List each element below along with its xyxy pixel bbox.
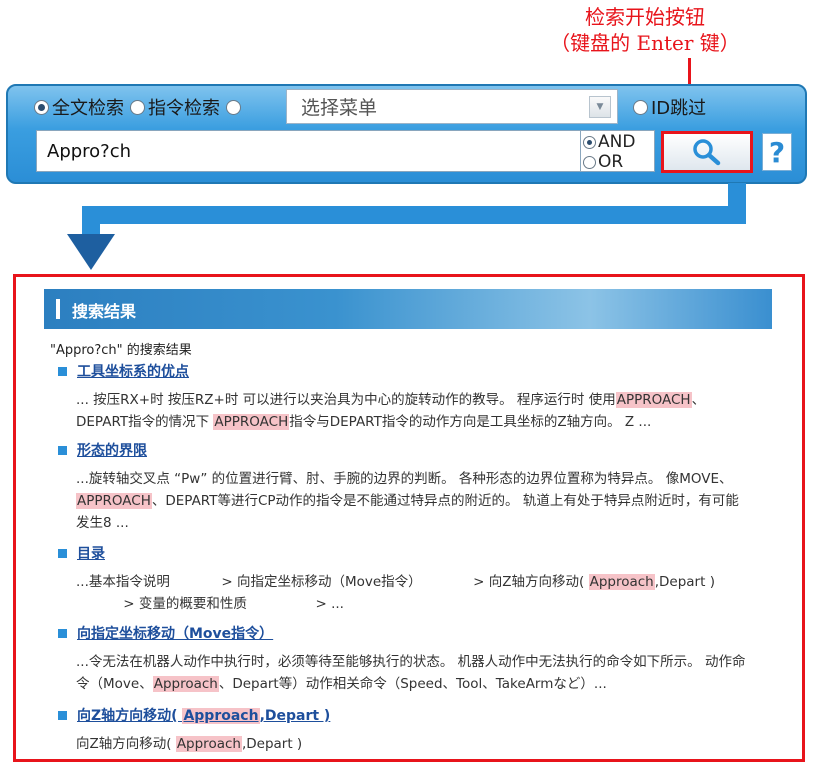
result-item: 工具坐标系的优点 ... 按压RX+时 按压RZ+时 可以进行以夹治具为中心的旋转… [58, 361, 778, 433]
search-panel: 全文检索 指令检索 选择菜单 ▼ ID跳过 AND OR ? [6, 84, 807, 184]
radio-selected-icon [583, 135, 596, 149]
result-snippet: ...旋转轴交叉点 “Pw” 的位置进行臂、肘、手腕的边界的判断。 各种形态的边… [76, 468, 778, 534]
snippet-text: ...基本指令说明 > 向指定坐标移动（Move指令） > 向Z轴方向移动( [76, 574, 589, 590]
logic-and-label: AND [598, 132, 636, 152]
radio-command-search[interactable]: 指令检索 [130, 94, 220, 120]
search-button[interactable] [661, 131, 753, 173]
snippet-text: 、DEPART等进行CP动作的指令是不能通过特异点的附近的。 轨道上有处于特异点… [76, 493, 739, 531]
result-title-link[interactable]: 向Z轴方向移动( Approach,Depart ) [77, 705, 330, 725]
results-header: 搜索结果 [44, 289, 772, 329]
radio-unselected-icon [583, 155, 596, 169]
results-header-title: 搜索结果 [72, 302, 137, 321]
magnifier-icon [693, 139, 721, 166]
result-item: 向Z轴方向移动( Approach,Depart ) 向Z轴方向移动( Appro… [58, 705, 778, 755]
bullet-square-icon [58, 445, 67, 455]
results-summary: "Appro?ch" 的搜索结果 [50, 343, 192, 358]
header-bar-icon [56, 299, 60, 319]
search-results-panel: 搜索结果 "Appro?ch" 的搜索结果 工具坐标系的优点 ... 按压RX+时… [13, 274, 805, 762]
search-mode-options: 全文检索 指令检索 [34, 92, 244, 122]
menu-select-dropdown[interactable]: 选择菜单 ▼ [286, 89, 618, 124]
snippet-text: 指令与DEPART指令的动作方向是工具坐标的Z轴方向。 Z ... [289, 414, 652, 430]
result-item: 向指定坐标移动（Move指令） ...令无法在机器人动作中执行时，必须等待至能够执… [58, 623, 778, 695]
result-snippet: 向Z轴方向移动( Approach,Depart ) [76, 733, 778, 755]
result-title-link[interactable]: 目录 [77, 543, 105, 563]
snippet-text: ...旋转轴交叉点 “Pw” 的位置进行臂、肘、手腕的边界的判断。 各种形态的边… [76, 471, 733, 487]
radio-logic-and[interactable]: AND [583, 133, 635, 151]
bullet-square-icon [58, 548, 67, 558]
snippet-text: 向Z轴方向移动( [76, 736, 176, 752]
snippet-text: ,Depart ) [259, 708, 331, 724]
search-term-highlight: Approach [152, 676, 219, 692]
down-arrow-icon [67, 234, 115, 270]
search-term-highlight: APPROACH [76, 493, 152, 509]
logic-or-label: OR [598, 152, 624, 172]
radio-fulltext-search[interactable]: 全文检索 [34, 94, 124, 120]
result-title-link[interactable]: 工具坐标系的优点 [77, 361, 189, 381]
result-title: 向指定坐标移动（Move指令） [58, 623, 778, 643]
radio-selected-icon [34, 99, 49, 115]
result-snippet: ...令无法在机器人动作中执行时，必须等待至能够执行的状态。 机器人动作中无法执… [76, 651, 778, 695]
callout-line-1: 检索开始按钮 [585, 5, 705, 29]
flow-arrow-segment [82, 206, 100, 236]
radio-logic-or[interactable]: OR [583, 153, 623, 171]
radio-fulltext-label: 全文检索 [52, 98, 124, 119]
radio-command-label: 指令检索 [148, 98, 220, 119]
result-snippet: ...基本指令说明 > 向指定坐标移动（Move指令） > 向Z轴方向移动( A… [76, 571, 778, 615]
radio-unselected-icon [226, 99, 241, 115]
snippet-text: ... 按压RX+时 按压RZ+时 可以进行以夹治具为中心的旋转动作的教导。 程… [76, 392, 616, 408]
search-input[interactable] [36, 130, 581, 172]
snippet-text: 向Z轴方向移动( [77, 708, 183, 724]
result-item: 目录 ...基本指令说明 > 向指定坐标移动（Move指令） > 向Z轴方向移动(… [58, 543, 778, 615]
search-term-highlight: APPROACH [213, 414, 290, 430]
menu-select-label: 选择菜单 [301, 97, 378, 119]
result-item: 形态的界限 ...旋转轴交叉点 “Pw” 的位置进行臂、肘、手腕的边界的判断。 各… [58, 440, 778, 534]
help-button[interactable]: ? [762, 133, 792, 171]
snippet-text: ,Depart ) [241, 736, 303, 752]
radio-unselected-icon [130, 99, 145, 115]
flow-arrow-segment [82, 206, 746, 224]
bullet-square-icon [58, 710, 67, 720]
search-term-highlight: Approach [182, 708, 260, 724]
result-title: 目录 [58, 543, 778, 563]
result-title-link[interactable]: 形态的界限 [77, 440, 147, 460]
result-title: 工具坐标系的优点 [58, 361, 778, 381]
search-term-highlight: Approach [588, 574, 655, 590]
bullet-square-icon [58, 628, 67, 638]
search-term-highlight: Approach [175, 736, 242, 752]
search-term-highlight: APPROACH [615, 392, 692, 408]
result-title-link[interactable]: 向指定坐标移动（Move指令） [77, 623, 273, 643]
bullet-square-icon [58, 366, 67, 376]
radio-menu-search[interactable] [226, 99, 244, 115]
radio-unselected-icon [633, 99, 648, 115]
result-title: 形态的界限 [58, 440, 778, 460]
logic-operator-box: AND OR [581, 130, 655, 172]
radio-id-skip-label: ID跳过 [651, 98, 707, 119]
result-snippet: ... 按压RX+时 按压RZ+时 可以进行以夹治具为中心的旋转动作的教导。 程… [76, 389, 778, 433]
radio-id-skip[interactable]: ID跳过 [633, 94, 706, 120]
dropdown-arrow-icon[interactable]: ▼ [589, 95, 611, 118]
result-title: 向Z轴方向移动( Approach,Depart ) [58, 705, 778, 725]
callout-line-2: （键盘的 Enter 键） [550, 31, 740, 55]
search-button-callout: 检索开始按钮 （键盘的 Enter 键） [520, 4, 770, 56]
snippet-text: 、Depart等）动作相关命令（Speed、Tool、TakeArmなど）... [218, 676, 607, 692]
